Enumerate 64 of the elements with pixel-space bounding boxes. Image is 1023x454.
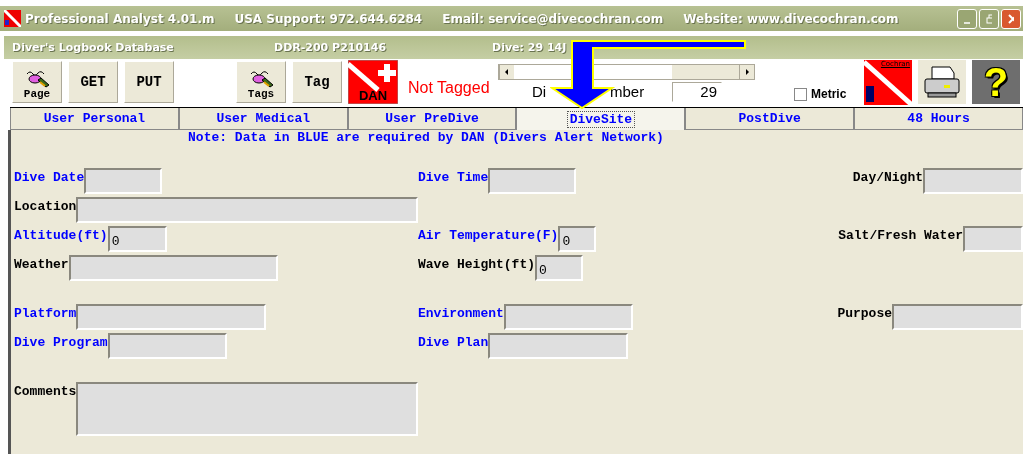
field-label: Wave Height(ft) — [418, 256, 536, 272]
device-id: DDR-200 P210146 — [274, 41, 388, 54]
dive-number-label: mber — [610, 83, 645, 100]
tab[interactable]: DiveSite — [516, 108, 686, 130]
close-button[interactable] — [1001, 8, 1021, 29]
input-field[interactable]: 0 — [107, 226, 167, 252]
input-field[interactable] — [76, 304, 267, 330]
field-label: Air Temperature(F) — [418, 227, 559, 243]
tab[interactable]: User Medical — [178, 108, 348, 130]
tab[interactable]: User Personal — [10, 108, 179, 130]
input-field[interactable] — [488, 168, 577, 194]
toolbar-button[interactable]: Page — [12, 61, 62, 103]
website: Website: www.divecochran.com — [683, 11, 899, 26]
field-label: Salt/Fresh Water — [838, 227, 963, 243]
tab[interactable]: User PreDive — [347, 108, 517, 130]
support-phone: USA Support: 972.644.6284 — [234, 11, 423, 26]
field-label: Altitude(ft) — [14, 227, 108, 243]
input-field[interactable] — [488, 333, 629, 359]
input-field[interactable] — [107, 333, 227, 359]
dive-number-label: Di — [532, 83, 547, 100]
printer-icon[interactable] — [918, 60, 966, 104]
input-field[interactable] — [84, 168, 163, 194]
input-field[interactable] — [76, 382, 418, 436]
support-email: Email: service@divecochran.com — [442, 11, 664, 26]
input-field[interactable]: 0 — [535, 255, 584, 281]
minimize-icon — [964, 21, 970, 24]
field-label: Dive Program — [14, 334, 108, 350]
input-field[interactable] — [963, 226, 1023, 252]
subtitle: Diver's Logbook Database — [11, 41, 175, 54]
scrollbar[interactable] — [498, 64, 755, 80]
field-label: Location — [14, 198, 77, 214]
field-label: Platform — [14, 305, 77, 321]
tab[interactable]: PostDive — [685, 108, 855, 130]
input-field[interactable] — [892, 304, 1023, 330]
tab[interactable]: 48 Hours — [854, 108, 1023, 130]
flag-icon — [4, 10, 21, 27]
toolbar-button[interactable]: Tag — [292, 61, 342, 103]
toolbar-button[interactable]: PUT — [124, 61, 174, 103]
toolbar-button[interactable]: GET — [68, 61, 118, 103]
input-field[interactable] — [503, 304, 633, 330]
minimize-button[interactable] — [957, 8, 977, 29]
input-field[interactable] — [76, 197, 418, 223]
field-label: Comments — [14, 383, 77, 399]
dive-info: Dive: 29 14J — [492, 41, 567, 54]
field-label: Dive Time — [418, 169, 489, 185]
dive-number-field[interactable]: 29 — [672, 82, 722, 102]
input-field[interactable] — [68, 255, 278, 281]
field-label: Dive Plan — [418, 334, 489, 350]
note-text: Note: Data in BLUE are required by DAN (Divers Alert Network) — [187, 130, 665, 147]
input-field[interactable] — [923, 168, 1023, 194]
toolbar-button[interactable]: Tags — [236, 61, 286, 103]
window-title: Professional Analyst 4.01.m — [25, 11, 215, 26]
input-field[interactable]: 0 — [558, 226, 597, 252]
field-label: Dive Date — [14, 169, 85, 185]
dan-logo[interactable] — [348, 60, 398, 104]
field-label: Weather — [14, 256, 69, 272]
field-label: Environment — [418, 305, 504, 321]
metric-checkbox[interactable]: Metric — [794, 87, 864, 101]
field-label: Day/Night — [852, 169, 923, 185]
field-label: Purpose — [837, 305, 892, 321]
help-button[interactable]: ? — [972, 60, 1020, 104]
restore-button[interactable] — [979, 8, 999, 29]
logo-text: DAN — [357, 88, 389, 103]
tag-status: Not Tagged — [408, 79, 491, 97]
